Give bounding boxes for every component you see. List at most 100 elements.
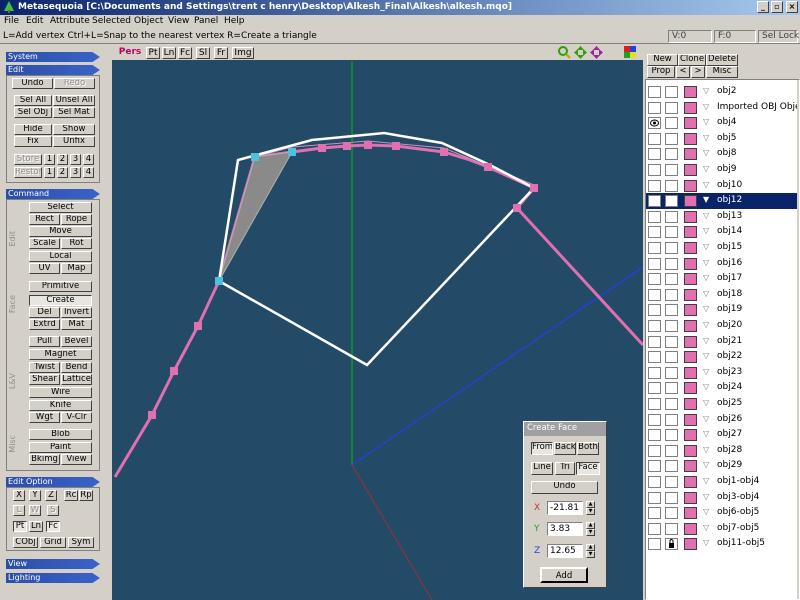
select-button[interactable]: Select bbox=[29, 202, 92, 213]
show-button[interactable]: Show bbox=[53, 124, 95, 135]
expand-triangle-icon[interactable]: ▽ bbox=[703, 226, 709, 235]
rp-toggle[interactable]: Rp bbox=[79, 490, 93, 501]
expand-triangle-icon[interactable]: ▽ bbox=[703, 476, 709, 485]
tab-pers[interactable]: Pers bbox=[116, 47, 144, 59]
object-row[interactable]: ▽ Imported OBJ Object bbox=[646, 100, 799, 116]
object-row[interactable]: ▽ obj9 bbox=[646, 162, 799, 178]
create-button[interactable]: Create bbox=[29, 295, 92, 306]
object-color-swatch[interactable] bbox=[684, 273, 697, 286]
lock-toggle[interactable] bbox=[665, 444, 678, 457]
visibility-toggle[interactable] bbox=[648, 148, 661, 161]
sel-mat-button[interactable]: Sel Mat bbox=[53, 107, 95, 118]
object-row[interactable]: ▽ obj24 bbox=[646, 380, 799, 396]
object-row[interactable]: ▽ obj13 bbox=[646, 209, 799, 225]
w-toggle[interactable]: W bbox=[29, 505, 41, 516]
visibility-toggle[interactable] bbox=[648, 522, 661, 535]
object-color-swatch[interactable] bbox=[684, 288, 697, 301]
expand-triangle-icon[interactable]: ▽ bbox=[703, 242, 709, 251]
object-color-swatch[interactable] bbox=[684, 491, 697, 504]
restore-slot-3[interactable]: 3 bbox=[70, 167, 81, 178]
twist-button[interactable]: Twist bbox=[29, 362, 60, 373]
object-color-swatch[interactable] bbox=[684, 320, 697, 332]
section-system[interactable]: System bbox=[6, 52, 100, 62]
next-object-button[interactable]: > bbox=[691, 66, 705, 78]
s-toggle[interactable]: S bbox=[47, 505, 59, 516]
menu-help[interactable]: Help bbox=[224, 16, 245, 26]
section-edit[interactable]: Edit bbox=[6, 65, 100, 75]
object-color-swatch[interactable] bbox=[684, 101, 697, 114]
restore-slot-4[interactable]: 4 bbox=[83, 167, 94, 178]
object-row[interactable]: ▽ obj18 bbox=[646, 287, 799, 303]
expand-triangle-icon[interactable]: ▽ bbox=[703, 445, 709, 454]
view-button[interactable]: View bbox=[61, 454, 92, 465]
both-toggle[interactable]: Both bbox=[577, 442, 599, 455]
object-color-swatch[interactable] bbox=[684, 460, 697, 473]
lock-toggle[interactable] bbox=[665, 351, 678, 364]
visibility-toggle[interactable] bbox=[648, 398, 661, 410]
object-color-swatch[interactable] bbox=[684, 522, 697, 535]
blob-button[interactable]: Blob bbox=[29, 429, 92, 440]
object-color-swatch[interactable] bbox=[684, 242, 697, 254]
expand-triangle-icon[interactable]: ▽ bbox=[703, 414, 709, 423]
zoom-icon[interactable] bbox=[558, 46, 571, 59]
shear-button[interactable]: Shear bbox=[29, 374, 60, 385]
object-color-swatch[interactable] bbox=[684, 210, 697, 223]
object-row[interactable]: ▽ obj21 bbox=[646, 334, 799, 350]
cobj-button[interactable]: CObj bbox=[13, 537, 38, 548]
expand-triangle-icon[interactable]: ▽ bbox=[703, 211, 709, 220]
local-button[interactable]: Local bbox=[29, 251, 92, 262]
object-color-swatch[interactable] bbox=[684, 444, 697, 457]
visibility-toggle[interactable] bbox=[648, 413, 661, 426]
hide-button[interactable]: Hide bbox=[14, 124, 52, 135]
object-row[interactable]: ▽ obj14 bbox=[646, 224, 799, 240]
menu-selected[interactable]: Selected bbox=[92, 16, 131, 26]
lock-toggle[interactable] bbox=[665, 242, 678, 254]
visibility-toggle[interactable] bbox=[648, 257, 661, 270]
visibility-toggle[interactable] bbox=[648, 507, 661, 520]
lock-toggle[interactable] bbox=[665, 304, 678, 317]
visibility-toggle[interactable] bbox=[648, 117, 661, 130]
object-row[interactable]: ▼ obj12 bbox=[646, 193, 799, 209]
prop-button[interactable]: Prop bbox=[647, 66, 675, 78]
magnet-button[interactable]: Magnet bbox=[29, 349, 92, 360]
map-button[interactable]: Map bbox=[61, 263, 92, 274]
del-button[interactable]: Del bbox=[29, 307, 60, 318]
rc-toggle[interactable]: Rc bbox=[64, 490, 78, 501]
visibility-toggle[interactable] bbox=[648, 476, 661, 488]
menu-file[interactable]: File bbox=[4, 16, 19, 26]
visibility-toggle[interactable] bbox=[648, 444, 661, 457]
lock-toggle[interactable] bbox=[665, 257, 678, 270]
misc-button[interactable]: Misc bbox=[706, 66, 738, 78]
lock-toggle[interactable] bbox=[665, 164, 678, 176]
axis-y-toggle[interactable]: Y bbox=[29, 490, 41, 501]
sel-all-button[interactable]: Sel All bbox=[14, 95, 52, 106]
z-spinner[interactable]: ▲ ▼ bbox=[586, 544, 595, 558]
section-lighting[interactable]: Lighting bbox=[6, 573, 100, 583]
from-toggle[interactable]: From bbox=[531, 442, 553, 455]
object-color-swatch[interactable] bbox=[684, 226, 697, 239]
lock-toggle[interactable] bbox=[665, 366, 678, 379]
maximize-button[interactable]: ▫ bbox=[771, 1, 783, 13]
object-color-swatch[interactable] bbox=[684, 398, 697, 410]
tri-toggle[interactable]: Tri bbox=[555, 462, 575, 475]
unfix-button[interactable]: Unfix bbox=[53, 136, 95, 147]
x-value-field[interactable]: -21.81 bbox=[547, 501, 583, 515]
restore-button[interactable]: Restore bbox=[14, 167, 42, 178]
lock-toggle[interactable] bbox=[665, 429, 678, 442]
lock-toggle[interactable] bbox=[665, 476, 678, 488]
visibility-toggle[interactable] bbox=[648, 242, 661, 254]
object-row[interactable]: ▽ obj29 bbox=[646, 458, 799, 474]
fix-button[interactable]: Fix bbox=[14, 136, 52, 147]
lock-toggle[interactable] bbox=[665, 273, 678, 286]
visibility-toggle[interactable] bbox=[648, 195, 661, 208]
object-row[interactable]: ▽ obj17 bbox=[646, 271, 799, 287]
expand-triangle-icon[interactable]: ▽ bbox=[703, 398, 709, 407]
clone-object-button[interactable]: Clone bbox=[678, 54, 706, 66]
lock-toggle[interactable] bbox=[665, 288, 678, 301]
rotate-view-icon[interactable] bbox=[590, 46, 603, 59]
redo-button[interactable]: Redo bbox=[54, 78, 95, 89]
expand-triangle-icon[interactable]: ▽ bbox=[703, 258, 709, 267]
store-slot-3[interactable]: 3 bbox=[70, 154, 81, 165]
object-color-swatch[interactable] bbox=[684, 507, 697, 520]
y-spinner[interactable]: ▲ ▼ bbox=[586, 522, 595, 536]
